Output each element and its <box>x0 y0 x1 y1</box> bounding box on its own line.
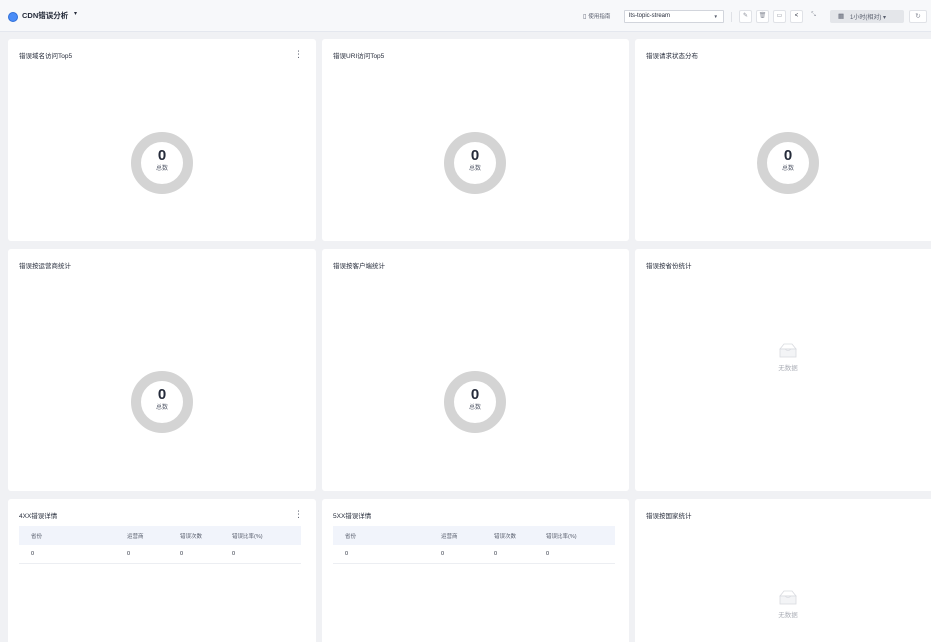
share-icon: < <box>794 13 799 19</box>
column-header[interactable]: 运营商 <box>127 532 144 540</box>
table-cell: 0 <box>127 551 131 557</box>
empty-state: 无数据 <box>758 588 818 619</box>
column-header[interactable]: 运营商 <box>441 532 458 540</box>
empty-text: 无数据 <box>778 365 798 372</box>
total-count: 0 <box>470 147 480 164</box>
dashboard-title[interactable]: CDN错误分析 <box>22 10 68 21</box>
chevron-down-icon[interactable]: ▾ <box>74 10 77 17</box>
edit-button[interactable]: ✎ <box>739 10 752 23</box>
usage-guide-link[interactable]: ▯ 使用指南 <box>583 12 610 20</box>
fullscreen-button[interactable]: ⤡ <box>807 10 820 23</box>
time-range-value: 1小时(相对) ▾ <box>850 15 887 21</box>
table-cell: 0 <box>180 551 184 557</box>
table-cell: 0 <box>441 551 445 557</box>
column-header[interactable]: 省份 <box>345 532 356 540</box>
save-button[interactable]: ▭ <box>773 10 786 23</box>
column-header[interactable]: 错误次数 <box>494 532 516 540</box>
card-title: 错误请求状态分布 <box>646 53 698 60</box>
data-table: 省份 运营商 错误次数 错误比率(%) 0 0 0 0 <box>19 526 301 564</box>
card-title: 错误域名访问Top5 <box>19 53 73 60</box>
empty-box-icon <box>779 343 797 358</box>
total-label: 总数 <box>155 166 168 172</box>
edit-icon: ✎ <box>742 13 749 19</box>
total-count: 0 <box>157 386 167 403</box>
time-range-text: 1小时(相对) <box>850 15 882 21</box>
donut-chart: 0 总数 <box>444 132 506 194</box>
column-header[interactable]: 省份 <box>31 532 42 540</box>
donut-chart: 0 总数 <box>444 371 506 433</box>
data-table: 省份 运营商 错误次数 错误比率(%) 0 0 0 0 <box>333 526 615 564</box>
book-icon: ▯ <box>583 14 587 20</box>
log-stream-value: lts-topic-stream <box>629 13 671 19</box>
table-cell: 0 <box>31 551 35 557</box>
share-button[interactable]: < <box>790 10 803 23</box>
card-title: 错误按省份统计 <box>646 263 692 270</box>
total-label: 总数 <box>155 405 168 411</box>
table-row: 0 0 0 0 <box>19 545 301 564</box>
card-4xx-details: 4XX错误详情 ⋮ 省份 运营商 错误次数 错误比率(%) 0 0 0 0 <box>8 499 316 642</box>
log-stream-select[interactable]: lts-topic-stream ▼ <box>624 10 724 23</box>
total-label: 总数 <box>781 166 794 172</box>
card-title: 错误按客户端统计 <box>333 263 385 270</box>
usage-guide-label: 使用指南 <box>588 14 611 20</box>
save-icon: ▭ <box>776 13 783 19</box>
time-range-select[interactable]: ▦ 1小时(相对) ▾ <box>830 10 904 23</box>
table-cell: 0 <box>232 551 236 557</box>
table-header: 省份 运营商 错误次数 错误比率(%) <box>19 526 301 545</box>
more-vertical-icon[interactable]: ⋮ <box>294 510 303 519</box>
chevron-down-icon: ▼ <box>713 14 718 19</box>
table-cell: 0 <box>345 551 349 557</box>
fullscreen-icon: ⤡ <box>811 12 816 18</box>
empty-state: 无数据 <box>758 341 818 372</box>
card-country-stats: 错误按国家统计 无数据 <box>635 499 931 642</box>
column-header[interactable]: 错误次数 <box>180 532 202 540</box>
card-title: 错误URI访问Top5 <box>333 53 385 60</box>
table-row: 0 0 0 0 <box>333 545 615 564</box>
card-title: 4XX错误详情 <box>19 513 58 520</box>
delete-icon: 🗑 <box>758 13 767 19</box>
card-title: 错误按运营商统计 <box>19 263 71 270</box>
total-label: 总数 <box>468 166 481 172</box>
cloud-icon <box>8 12 18 22</box>
card-uri-top5: 错误URI访问Top5 0 总数 <box>322 39 629 241</box>
total-count: 0 <box>470 386 480 403</box>
card-client-stats: 错误按客户端统计 0 总数 <box>322 249 629 491</box>
more-vertical-icon[interactable]: ⋮ <box>294 50 303 59</box>
table-cell: 0 <box>546 551 550 557</box>
card-5xx-details: 5XX错误详情 省份 运营商 错误次数 错误比率(%) 0 0 0 0 <box>322 499 629 642</box>
refresh-button[interactable]: ↻ <box>909 10 927 23</box>
card-status-distribution: 错误请求状态分布 0 总数 <box>635 39 931 241</box>
total-count: 0 <box>783 147 793 164</box>
table-header: 省份 运营商 错误次数 错误比率(%) <box>333 526 615 545</box>
column-header[interactable]: 错误比率(%) <box>232 532 263 540</box>
donut-chart: 0 总数 <box>131 371 193 433</box>
toolbar-divider <box>731 12 732 22</box>
column-header[interactable]: 错误比率(%) <box>546 532 577 540</box>
empty-text: 无数据 <box>778 612 798 619</box>
table-cell: 0 <box>494 551 498 557</box>
donut-chart: 0 总数 <box>131 132 193 194</box>
empty-box-icon <box>779 590 797 605</box>
card-province-stats: 错误按省份统计 无数据 <box>635 249 931 491</box>
refresh-icon: ↻ <box>915 13 921 20</box>
card-isp-stats: 错误按运营商统计 0 总数 <box>8 249 316 491</box>
total-count: 0 <box>157 147 167 164</box>
calendar-icon: ▦ <box>838 13 845 20</box>
total-label: 总数 <box>468 405 481 411</box>
delete-button[interactable]: 🗑 <box>756 10 769 23</box>
top-bar: CDN错误分析 ▾ ▯ 使用指南 lts-topic-stream ▼ ✎ 🗑 ▭… <box>0 0 931 32</box>
card-title: 5XX错误详情 <box>333 513 372 520</box>
card-title: 错误按国家统计 <box>646 513 692 520</box>
donut-chart: 0 总数 <box>757 132 819 194</box>
card-domain-top5: 错误域名访问Top5 ⋮ 0 总数 <box>8 39 316 241</box>
